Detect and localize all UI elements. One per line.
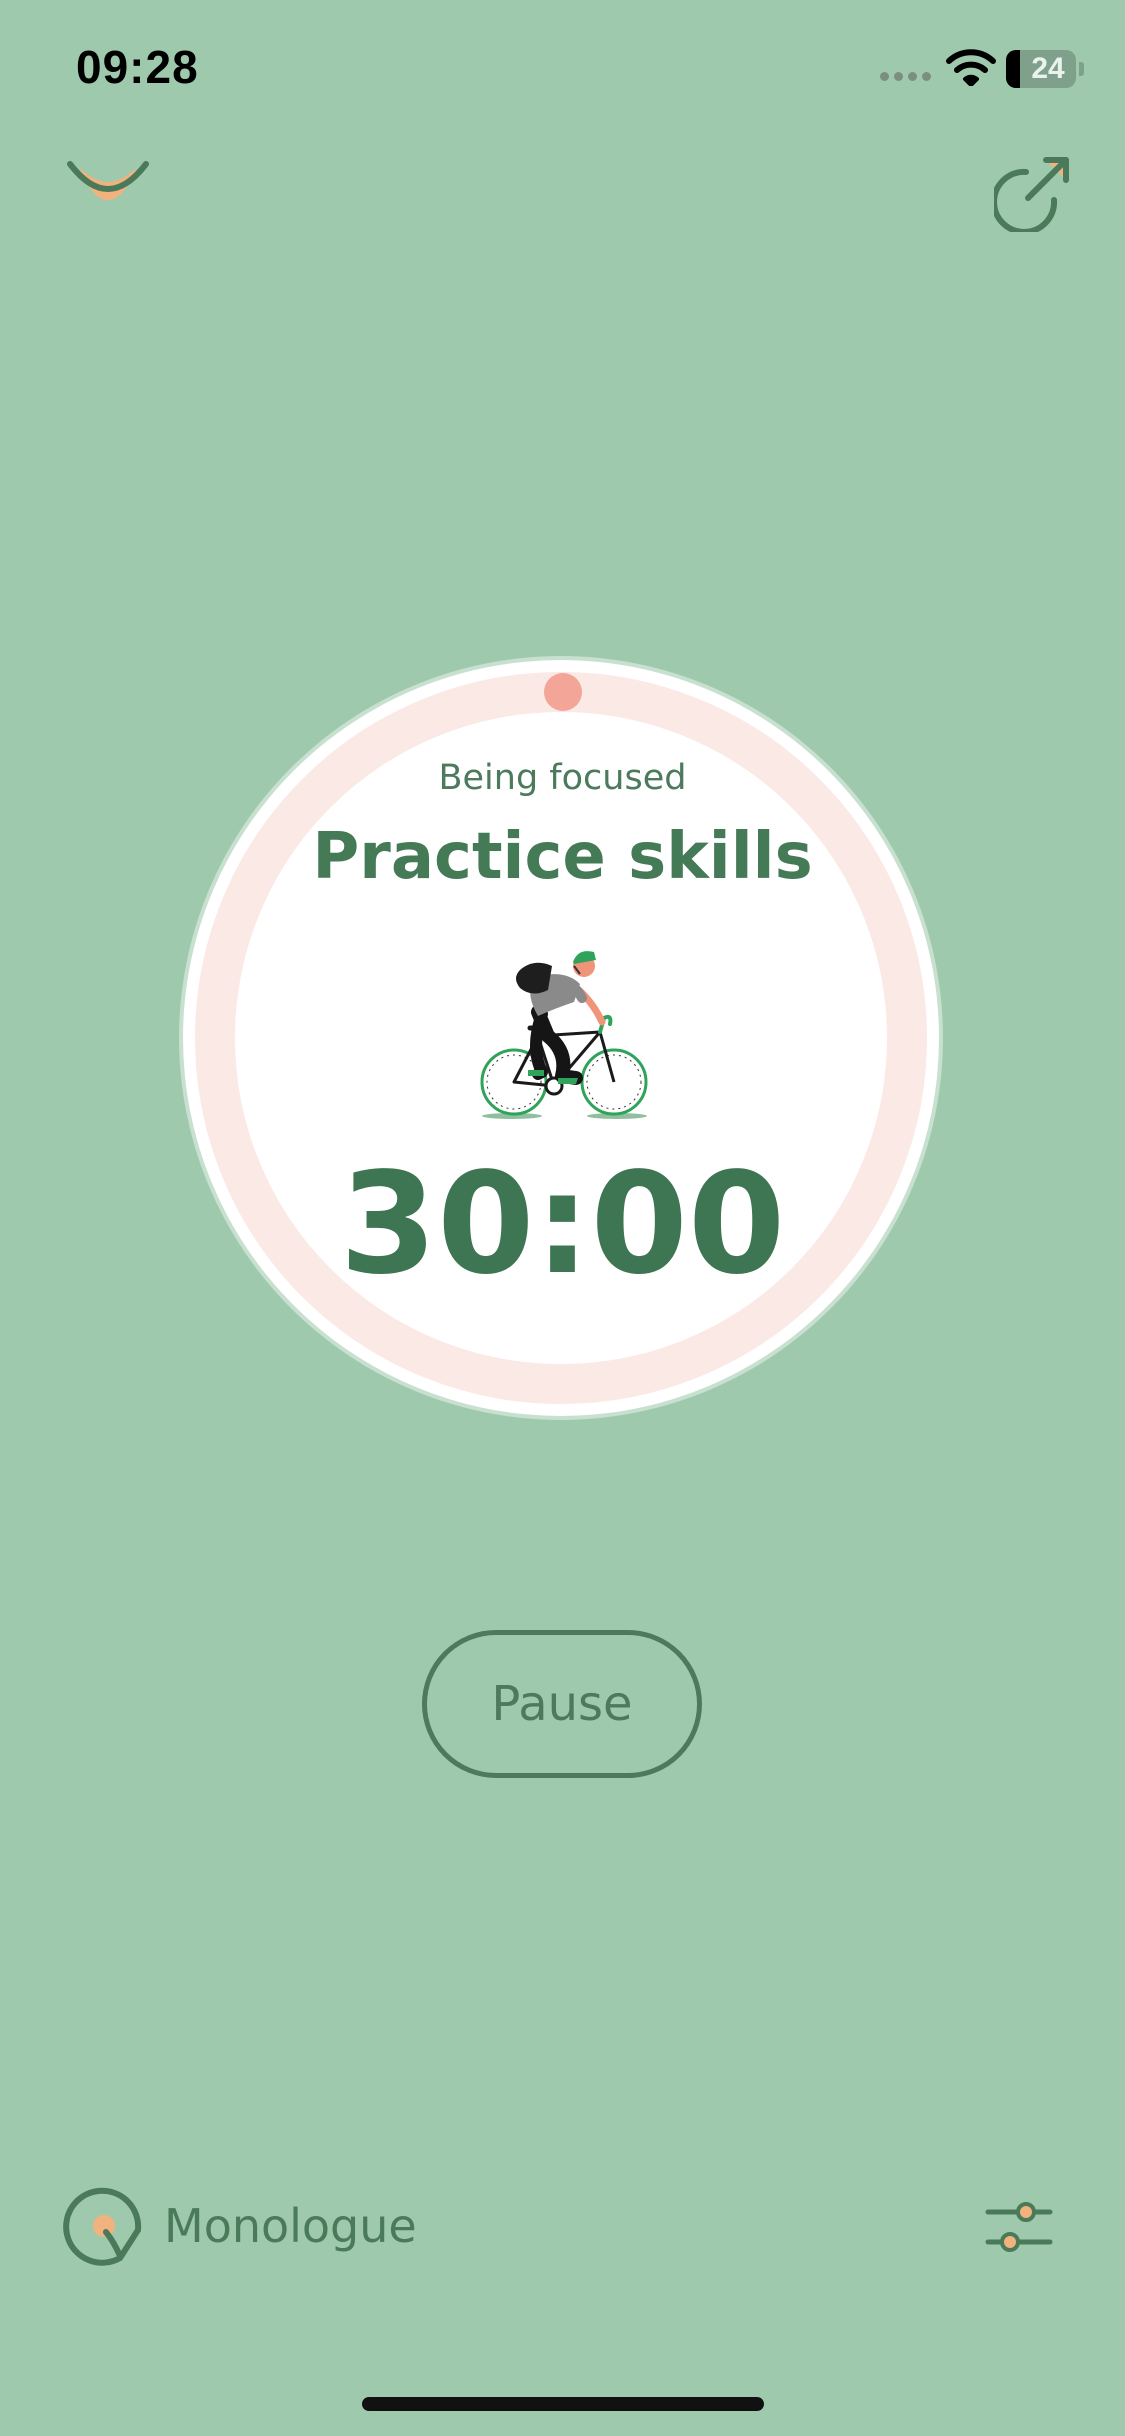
monologue-icon [63, 2187, 142, 2266]
progress-knob[interactable] [544, 673, 582, 711]
battery-icon: 24 [1006, 50, 1084, 88]
status-time: 09:28 [76, 41, 199, 93]
battery-level: 24 [1031, 52, 1065, 85]
cyclist-illustration [480, 951, 648, 1119]
wifi-icon [946, 49, 996, 86]
home-indicator [362, 2397, 764, 2411]
task-name: Practice skills [312, 820, 813, 894]
timer-countdown: 30:00 [339, 1143, 786, 1306]
sliders-icon[interactable] [984, 2194, 1054, 2260]
chevron-down-icon[interactable] [64, 156, 152, 212]
status-bar: 09:28 24 [0, 0, 1125, 140]
share-icon[interactable] [994, 150, 1076, 232]
focus-status: Being focused [438, 758, 687, 798]
pause-button[interactable]: Pause [422, 1630, 702, 1778]
mode-label: Monologue [164, 2199, 417, 2253]
signal-icon [880, 72, 932, 84]
mode-button[interactable]: Monologue [62, 2184, 417, 2268]
